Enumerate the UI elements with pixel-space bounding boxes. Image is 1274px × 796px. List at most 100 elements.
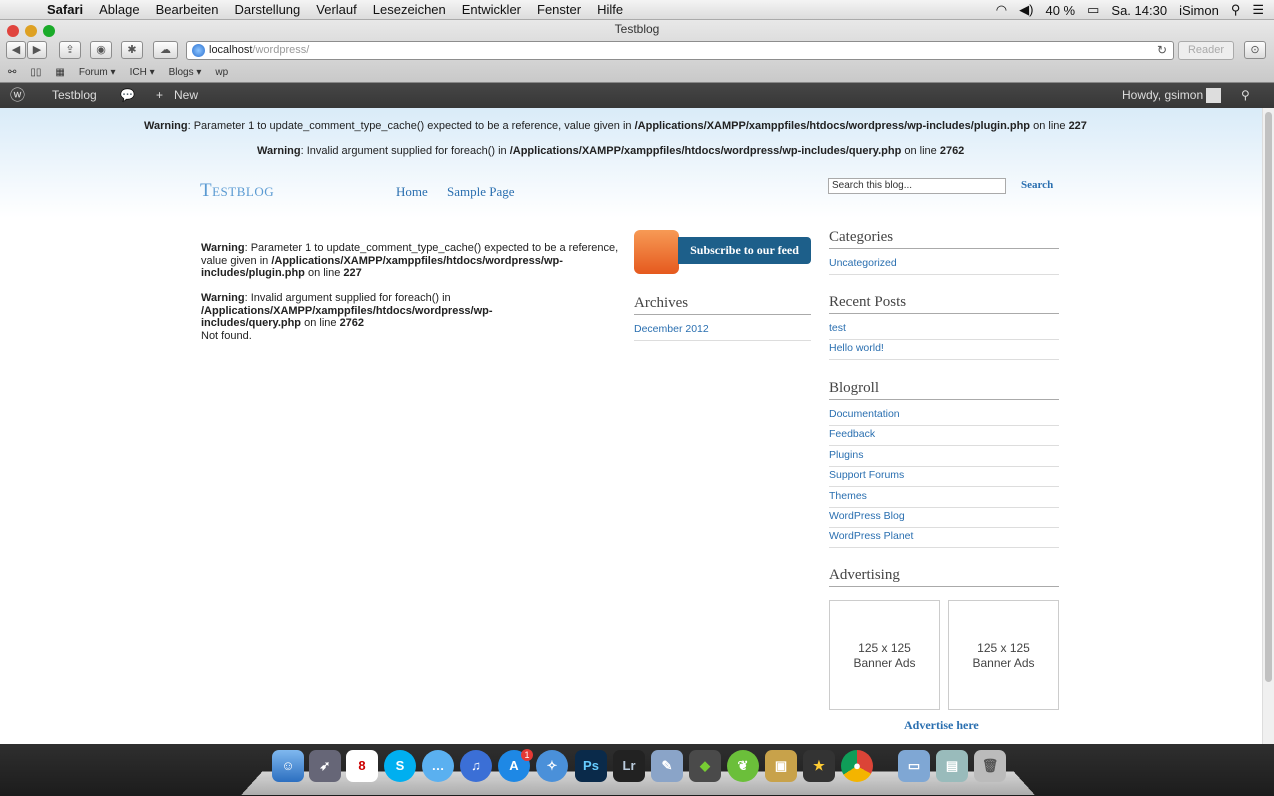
- search-button[interactable]: Search: [1021, 179, 1053, 191]
- main-warning-2: Warning: Invalid argument supplied for f…: [201, 292, 493, 342]
- clock[interactable]: Sa. 14:30: [1111, 3, 1167, 18]
- documents-stack-icon[interactable]: ▤: [936, 750, 968, 782]
- bookmark-ich[interactable]: ICH ▾: [130, 67, 155, 78]
- advertise-here-link[interactable]: Advertise here: [904, 718, 979, 733]
- trash-icon[interactable]: 🗑: [974, 750, 1006, 782]
- url-path: /wordpress/: [252, 44, 310, 56]
- wordpress-logo-icon[interactable]: ⓦ: [10, 83, 25, 108]
- blogroll-support-forums[interactable]: Support Forums: [829, 467, 1059, 487]
- rss-feed-icon[interactable]: [634, 230, 679, 274]
- cloud-icon[interactable]: ☁: [153, 41, 178, 59]
- wifi-icon[interactable]: ◠: [996, 2, 1007, 18]
- menu-lesezeichen[interactable]: Lesezeichen: [373, 2, 446, 17]
- blogroll-themes[interactable]: Themes: [829, 488, 1059, 508]
- downloads-icon[interactable]: ⊙: [1244, 41, 1266, 59]
- menubar-status-area: ◠ ◀) 40 % ▭ Sa. 14:30 iSimon ⚲ ☰: [996, 0, 1264, 20]
- bookmarks-icon[interactable]: ▯▯: [30, 67, 41, 78]
- battery-icon[interactable]: ▭: [1087, 2, 1099, 18]
- top-sites-icon[interactable]: ▦: [55, 67, 64, 78]
- search-icon[interactable]: ⚲: [1241, 83, 1250, 108]
- banner-ad-slot-2[interactable]: 125 x 125 Banner Ads: [948, 600, 1059, 710]
- skype-icon[interactable]: S: [384, 750, 416, 782]
- blogroll-feedback[interactable]: Feedback: [829, 426, 1059, 446]
- bookmark-forum[interactable]: Forum ▾: [79, 67, 116, 78]
- volume-icon[interactable]: ◀): [1019, 2, 1033, 18]
- blogroll-documentation[interactable]: Documentation: [829, 406, 1059, 426]
- menu-hilfe[interactable]: Hilfe: [597, 2, 623, 17]
- top-warning-2: Warning: Invalid argument supplied for f…: [257, 145, 965, 157]
- menu-fenster[interactable]: Fenster: [537, 2, 581, 17]
- browser-toolbar: Testblog ◀ ▶ ⇪ ◉ ✱ ☁ localhost/wordpress…: [0, 20, 1274, 83]
- evernote-icon[interactable]: ◆: [689, 750, 721, 782]
- messages-icon[interactable]: …: [422, 750, 454, 782]
- menu-bearbeiten[interactable]: Bearbeiten: [156, 2, 219, 17]
- recent-post-test[interactable]: test: [829, 320, 1059, 340]
- imovie-icon[interactable]: ★: [803, 750, 835, 782]
- blogroll-wordpress-blog[interactable]: WordPress Blog: [829, 508, 1059, 528]
- share-icon[interactable]: ⇪: [59, 41, 81, 59]
- menu-entwickler[interactable]: Entwickler: [462, 2, 521, 17]
- banner-ad-slot-1[interactable]: 125 x 125 Banner Ads: [829, 600, 940, 710]
- wp-admin-bar: ⓦ Testblog 💬 + New Howdy, gsimon ⚲: [0, 83, 1274, 108]
- scrollbar-thumb[interactable]: [1265, 112, 1272, 682]
- menu-darstellung[interactable]: Darstellung: [235, 2, 301, 17]
- transmit-icon[interactable]: ▣: [765, 750, 797, 782]
- blogroll-heading: Blogroll: [829, 380, 1059, 400]
- chrome-icon[interactable]: ●: [841, 750, 873, 782]
- bookmarks-bar: ⚯ ▯▯ ▦ Forum ▾ ICH ▾ Blogs ▾ wp: [0, 63, 1274, 82]
- blog-title[interactable]: Testblog: [200, 180, 274, 202]
- window-title: Testblog: [614, 22, 660, 36]
- stop-icon[interactable]: ◉: [90, 41, 112, 59]
- nav-home[interactable]: Home: [396, 184, 428, 200]
- reload-icon[interactable]: ↻: [1157, 42, 1167, 59]
- not-found-text: Not found.: [201, 329, 252, 342]
- howdy-user[interactable]: Howdy, gsimon: [1122, 83, 1203, 108]
- photoshop-icon[interactable]: Ps: [575, 750, 607, 782]
- nav-sample-page[interactable]: Sample Page: [447, 184, 515, 200]
- notifications-icon[interactable]: ☰: [1252, 2, 1264, 18]
- archive-december-2012[interactable]: December 2012: [634, 321, 811, 341]
- advertising-heading: Advertising: [829, 567, 1059, 587]
- avatar[interactable]: [1206, 88, 1221, 103]
- spotlight-icon[interactable]: ⚲: [1231, 2, 1241, 18]
- bookmark-blogs[interactable]: Blogs ▾: [169, 67, 202, 78]
- safari-icon[interactable]: ✧: [536, 750, 568, 782]
- extensions-icon[interactable]: ✱: [121, 41, 143, 59]
- launchpad-icon[interactable]: ➶: [309, 750, 341, 782]
- calendar-icon[interactable]: 8: [346, 750, 378, 782]
- battery-percent[interactable]: 40 %: [1045, 3, 1075, 18]
- lightroom-icon[interactable]: Lr: [613, 750, 645, 782]
- globe-icon: [192, 44, 205, 57]
- categories-heading: Categories: [829, 229, 1059, 249]
- leaf-app-icon[interactable]: ❦: [727, 750, 759, 782]
- top-warning-1: Warning: Parameter 1 to update_comment_t…: [144, 120, 1087, 132]
- recent-post-hello-world[interactable]: Hello world!: [829, 340, 1059, 360]
- url-host: localhost: [209, 44, 253, 56]
- app-store-badge: 1: [521, 749, 533, 761]
- blogroll-plugins[interactable]: Plugins: [829, 447, 1059, 467]
- applications-folder-icon[interactable]: ▭: [898, 750, 930, 782]
- admin-site-name[interactable]: Testblog: [52, 83, 97, 108]
- reading-list-icon[interactable]: ⚯: [8, 67, 16, 78]
- new-content-link[interactable]: New: [174, 83, 198, 108]
- blogroll-wordpress-planet[interactable]: WordPress Planet: [829, 528, 1059, 548]
- bookmark-wp[interactable]: wp: [215, 67, 228, 78]
- user-name[interactable]: iSimon: [1179, 3, 1219, 18]
- archives-heading: Archives: [634, 295, 811, 315]
- recent-posts-heading: Recent Posts: [829, 294, 1059, 314]
- comments-icon[interactable]: 💬: [120, 83, 135, 108]
- plus-icon[interactable]: +: [156, 83, 163, 108]
- menu-ablage[interactable]: Ablage: [99, 2, 139, 17]
- subscribe-feed-button[interactable]: Subscribe to our feed: [678, 237, 811, 264]
- back-button[interactable]: ◀: [6, 41, 26, 59]
- finder-icon[interactable]: ☺: [272, 750, 304, 782]
- itunes-icon[interactable]: ♫: [460, 750, 492, 782]
- menu-verlauf[interactable]: Verlauf: [316, 2, 356, 17]
- address-bar[interactable]: localhost/wordpress/ ↻: [186, 41, 1174, 60]
- reader-button[interactable]: Reader: [1178, 41, 1234, 60]
- category-uncategorized[interactable]: Uncategorized: [829, 255, 1059, 275]
- search-input[interactable]: Search this blog...: [828, 178, 1006, 194]
- forward-button[interactable]: ▶: [27, 41, 47, 59]
- preview-icon[interactable]: ✎: [651, 750, 683, 782]
- menu-app-name[interactable]: Safari: [47, 2, 83, 17]
